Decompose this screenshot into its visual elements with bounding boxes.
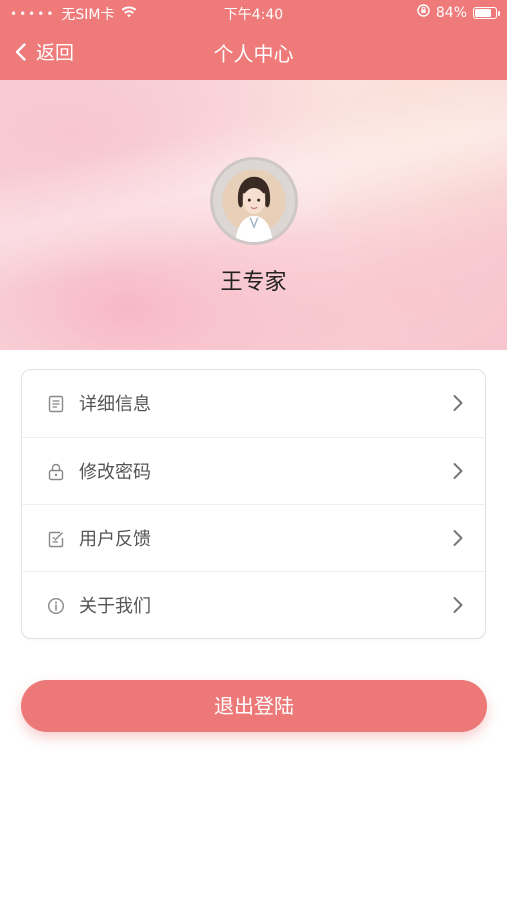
menu-item-feedback[interactable]: 用户反馈 [22,504,485,572]
info-icon [46,596,66,616]
menu-item-label: 关于我们 [79,596,151,617]
status-right: 84% [417,4,500,21]
nav-bar: 返回 个人中心 [0,26,507,80]
chevron-right-icon [451,392,465,414]
menu-item-about-us[interactable]: 关于我们 [22,571,485,639]
logout-button[interactable]: 退出登陆 [21,680,487,732]
chevron-right-icon [451,527,465,549]
battery-percent: 84% [435,4,467,21]
chevron-right-icon [451,460,465,482]
feedback-edit-icon [46,529,66,549]
orientation-lock-icon [417,4,430,21]
lock-icon [46,462,66,482]
chevron-right-icon [451,594,465,616]
menu-card: 详细信息 修改密码 用户反馈 关于我们 [21,369,486,639]
menu-item-label: 修改密码 [79,462,151,483]
menu-item-details[interactable]: 详细信息 [22,370,485,437]
page-title: 个人中心 [213,42,294,66]
battery-icon [473,6,500,19]
top-bar: ••••• 无SIM卡 下午4:40 84% 返回 个人中心 [0,0,507,80]
menu-item-label: 用户反馈 [79,529,151,550]
menu-item-label: 详细信息 [79,394,151,415]
doctor-avatar-image [213,160,295,242]
details-doc-icon [46,394,66,414]
menu-item-change-password[interactable]: 修改密码 [22,437,485,505]
profile-name: 王专家 [220,270,287,295]
status-bar: ••••• 无SIM卡 下午4:40 84% [0,0,507,26]
avatar[interactable] [210,157,298,245]
